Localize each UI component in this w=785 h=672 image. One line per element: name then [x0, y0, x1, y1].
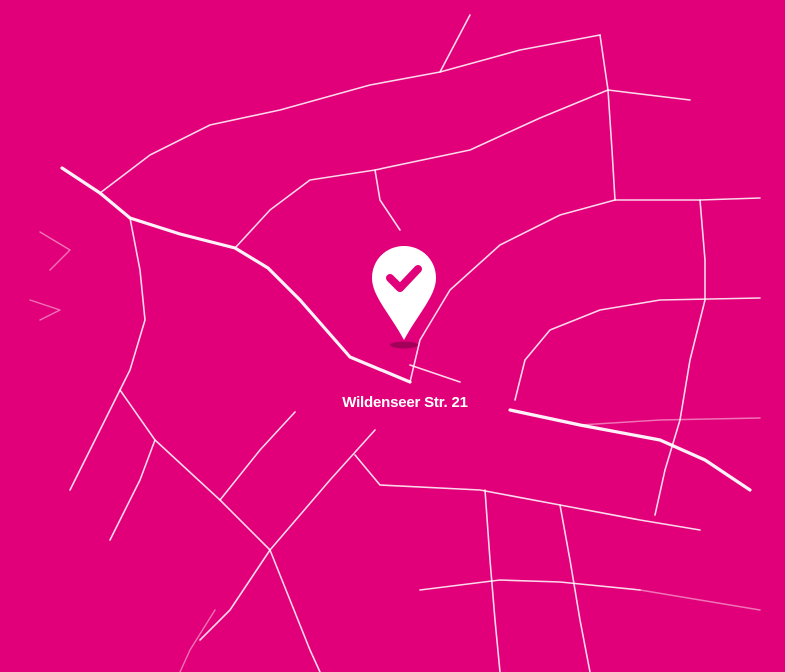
road-ring-north — [234, 89, 691, 249]
road-pin-east — [409, 199, 616, 383]
road-south-horizontal — [419, 579, 641, 591]
road-far-south — [639, 589, 761, 611]
road-pin-south-east — [409, 364, 461, 383]
road-east-loop — [514, 297, 761, 401]
road-south-west-3 — [109, 439, 156, 541]
road-west-vertical — [119, 217, 146, 391]
road-north-curve — [99, 34, 601, 194]
road-east-lower — [579, 417, 761, 426]
road-far-south-2 — [179, 609, 216, 672]
road-south-east-diag — [559, 504, 591, 672]
road-north-east — [599, 34, 616, 201]
road-west-branch-2 — [29, 299, 61, 321]
road-east-vertical — [654, 199, 706, 516]
location-pin-check-icon[interactable] — [370, 244, 440, 352]
map-view[interactable]: Wildenseer Str. 21 — [0, 0, 785, 672]
main-road-west — [60, 166, 412, 384]
location-address-label: Wildenseer Str. 21 — [342, 394, 468, 411]
road-inner-north — [374, 169, 401, 231]
road-central-south-1 — [219, 411, 296, 501]
road-south-west-2 — [119, 389, 271, 551]
road-north-spur — [439, 14, 471, 73]
road-south-west-diag — [69, 389, 121, 491]
road-central-south-3 — [354, 454, 701, 531]
road-central-south-2 — [199, 429, 376, 641]
road-east-top — [614, 197, 761, 201]
road-south-west-long — [269, 549, 321, 672]
road-west-branch-1 — [39, 231, 71, 271]
